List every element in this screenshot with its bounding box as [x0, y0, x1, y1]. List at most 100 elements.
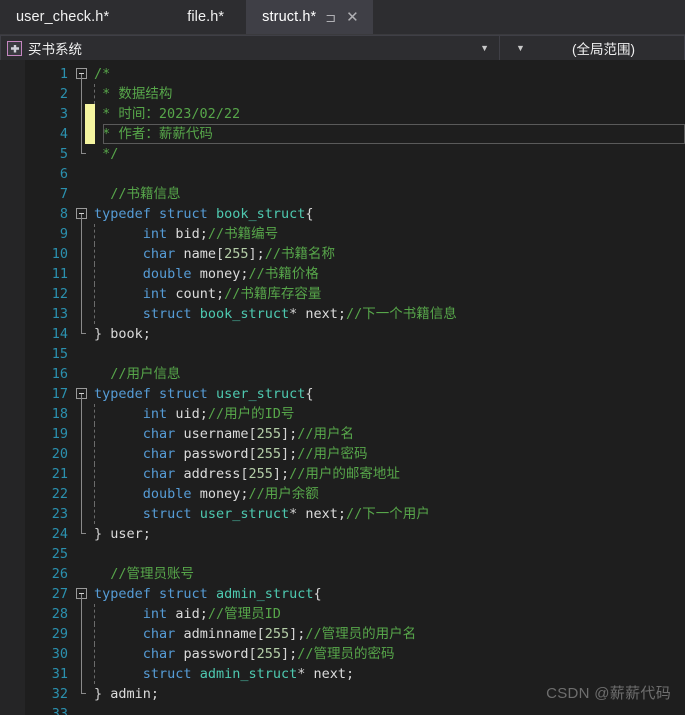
tab-struct-h[interactable]: struct.h* ⊐ ✕	[246, 0, 373, 34]
code-line[interactable]: 29 char adminname[255];//管理员的用户名	[26, 624, 685, 644]
indent-guide	[94, 404, 95, 424]
tab-user-check-h[interactable]: user_check.h*	[0, 0, 124, 34]
member-scope-dropdown[interactable]: ▼ (全局范围)	[500, 35, 685, 61]
code-line[interactable]: 12 int count;//书籍库存容量	[26, 284, 685, 304]
indent-guide	[94, 664, 95, 684]
line-number: 32	[51, 686, 68, 702]
code-line[interactable]: 1 /*	[26, 64, 685, 84]
fold-guide	[72, 444, 94, 464]
line-number: 4	[59, 126, 68, 142]
code-text: typedef struct book_struct{	[94, 206, 314, 222]
code-text: char adminname[255];//管理员的用户名	[94, 624, 685, 644]
code-line[interactable]: 22 double money;//用户余额	[26, 484, 685, 504]
breakpoint-gutter[interactable]	[0, 60, 26, 715]
code-line[interactable]: 20 char password[255];//用户密码	[26, 444, 685, 464]
line-number: 30	[51, 646, 68, 662]
line-number: 12	[51, 286, 68, 302]
code-text: char address[255];//用户的邮寄地址	[94, 464, 685, 484]
fold-guide	[72, 484, 94, 504]
code-line[interactable]: 24} user;	[26, 524, 685, 544]
fold-guide	[72, 424, 94, 444]
code-line[interactable]: 4 * 作者：薪薪代码	[26, 124, 685, 144]
fold-guide	[72, 304, 94, 324]
fold-guide	[72, 564, 94, 584]
code-line[interactable]: 27 typedef struct admin_struct{	[26, 584, 685, 604]
indent-guide	[94, 464, 95, 484]
fold-guide	[72, 324, 94, 344]
code-line[interactable]: 2 * 数据结构	[26, 84, 685, 104]
fold-guide	[72, 524, 94, 544]
code-editor[interactable]: 1/* 2 * 数据结构 3 * 时间：2023/02/22 4 * 作者：薪薪代码 5…	[0, 60, 685, 715]
code-surface[interactable]: 1/* 2 * 数据结构 3 * 时间：2023/02/22 4 * 作者：薪薪代码 5…	[26, 60, 685, 715]
code-line[interactable]: 11 double money;//书籍价格	[26, 264, 685, 284]
fold-guide	[72, 664, 94, 684]
line-number: 26	[51, 566, 68, 582]
code-line[interactable]: 6	[26, 164, 685, 184]
tab-file-h[interactable]: file.h*	[171, 0, 239, 34]
code-line[interactable]: 26 //管理员账号	[26, 564, 685, 584]
code-line[interactable]: 13 struct book_struct* next;//下一个书籍信息	[26, 304, 685, 324]
fold-toggle-icon[interactable]	[72, 584, 94, 604]
indent-guide	[94, 444, 95, 464]
fold-toggle-icon[interactable]	[72, 64, 94, 84]
code-line[interactable]: 14} book;	[26, 324, 685, 344]
code-text: * 作者：薪薪代码	[94, 124, 213, 144]
fold-guide	[72, 624, 94, 644]
code-line[interactable]: 8 typedef struct book_struct{	[26, 204, 685, 224]
code-line[interactable]: 23 struct user_struct* next;//下一个用户	[26, 504, 685, 524]
code-text: //用户信息	[110, 366, 181, 382]
project-scope-dropdown[interactable]: 买书系统 ▼	[0, 35, 500, 61]
code-line[interactable]: 31 struct admin_struct* next;	[26, 664, 685, 684]
code-line[interactable]: 28 int aid;//管理员ID	[26, 604, 685, 624]
code-line[interactable]: 19 char username[255];//用户名	[26, 424, 685, 444]
code-line[interactable]: 16 //用户信息	[26, 364, 685, 384]
line-number: 28	[51, 606, 68, 622]
code-text: //管理员账号	[110, 566, 195, 582]
indent-guide	[94, 504, 95, 524]
line-number: 20	[51, 446, 68, 462]
code-line[interactable]: 15	[26, 344, 685, 364]
code-line[interactable]: 17 typedef struct user_struct{	[26, 384, 685, 404]
fold-guide	[72, 544, 94, 564]
line-number: 24	[51, 526, 68, 542]
code-line[interactable]: 33	[26, 704, 685, 715]
indent-guide	[94, 264, 95, 284]
code-line[interactable]: 30 char password[255];//管理员的密码	[26, 644, 685, 664]
code-text: * 数据结构	[94, 84, 173, 104]
chevron-down-icon[interactable]: ▼	[506, 43, 539, 53]
code-text: */	[94, 146, 119, 162]
line-number: 31	[51, 666, 68, 682]
fold-guide	[72, 284, 94, 304]
code-line[interactable]: 9 int bid;//书籍编号	[26, 224, 685, 244]
change-indicator-bar	[85, 104, 95, 144]
code-text: struct book_struct* next;//下一个书籍信息	[94, 304, 685, 324]
line-number: 13	[51, 306, 68, 322]
code-line[interactable]: 25	[26, 544, 685, 564]
line-number: 14	[51, 326, 68, 342]
code-text: int aid;//管理员ID	[94, 604, 685, 624]
line-number: 10	[51, 246, 68, 262]
fold-guide	[72, 184, 94, 204]
indent-guide	[94, 604, 95, 624]
line-number: 21	[51, 466, 68, 482]
pin-icon[interactable]: ⊐	[325, 11, 336, 24]
code-line[interactable]: 21 char address[255];//用户的邮寄地址	[26, 464, 685, 484]
code-line[interactable]: 18 int uid;//用户的ID号	[26, 404, 685, 424]
project-scope-value: 买书系统	[28, 42, 82, 57]
chevron-down-icon[interactable]: ▼	[470, 43, 499, 53]
fold-toggle-icon[interactable]	[72, 204, 94, 224]
code-line[interactable]: 3 * 时间：2023/02/22	[26, 104, 685, 124]
editor-tab-strip: user_check.h* file.h* struct.h* ⊐ ✕	[0, 0, 685, 34]
code-line[interactable]: 7 //书籍信息	[26, 184, 685, 204]
line-number: 27	[51, 586, 68, 602]
code-text: * 时间：2023/02/22	[94, 104, 241, 124]
indent-guide	[94, 624, 95, 644]
tab-gap	[123, 0, 171, 34]
code-line[interactable]: 10 char name[255];//书籍名称	[26, 244, 685, 264]
code-text: char password[255];//管理员的密码	[94, 644, 685, 664]
fold-toggle-icon[interactable]	[72, 384, 94, 404]
indent-guide	[94, 244, 95, 264]
code-line[interactable]: 5 */	[26, 144, 685, 164]
indent-guide	[94, 304, 95, 324]
close-icon[interactable]: ✕	[346, 10, 359, 25]
